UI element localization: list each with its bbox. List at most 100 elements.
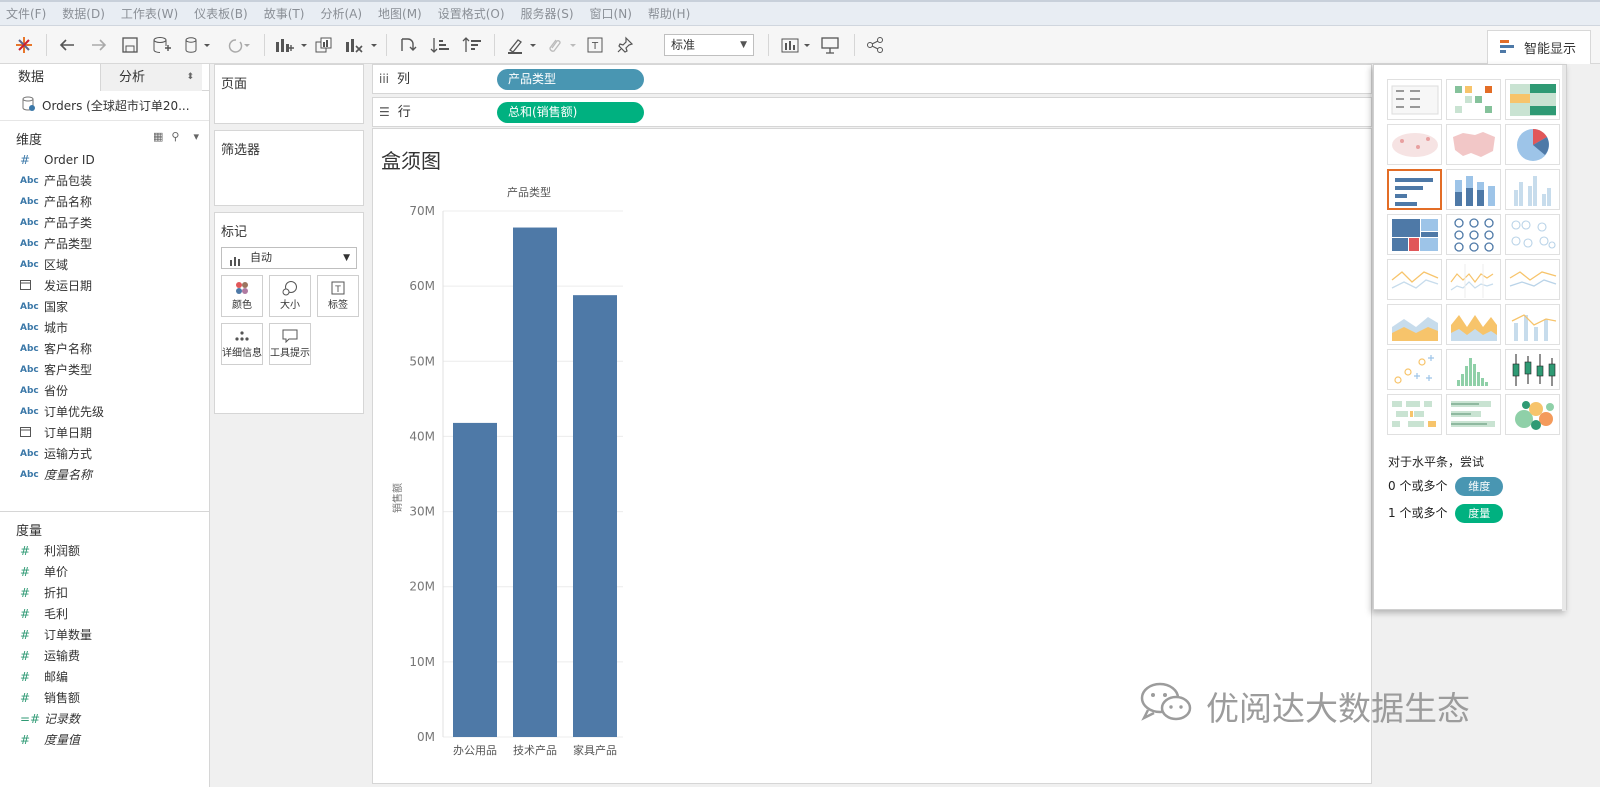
tableau-logo-icon[interactable] bbox=[14, 34, 34, 56]
size-button[interactable]: 大小 bbox=[269, 275, 311, 317]
pause-updates-icon[interactable] bbox=[184, 34, 210, 56]
back-icon[interactable] bbox=[58, 34, 76, 56]
tab-analytics[interactable]: 分析 ⬍ bbox=[101, 64, 202, 91]
color-button[interactable]: 颜色 bbox=[221, 275, 263, 317]
measure-field[interactable]: # 利润额 bbox=[0, 540, 209, 561]
dimension-field[interactable]: Abc 度量名称 bbox=[0, 464, 209, 485]
refresh-icon[interactable] bbox=[222, 34, 250, 56]
dimension-field[interactable]: 发运日期 bbox=[0, 275, 209, 296]
view-grid-icon[interactable]: ▦ bbox=[153, 130, 163, 143]
clear-sheet-icon[interactable] bbox=[344, 34, 378, 56]
columns-shelf[interactable]: iii 列 产品类型 bbox=[372, 64, 1372, 94]
text-table-icon[interactable] bbox=[1387, 79, 1442, 120]
columns-pill[interactable]: 产品类型 bbox=[497, 69, 644, 90]
sort-arrows-icon[interactable]: ⬍ bbox=[186, 64, 194, 91]
sort-ascending-icon[interactable] bbox=[430, 34, 450, 56]
label-button[interactable]: T 标签 bbox=[317, 275, 359, 317]
dimension-field[interactable]: Abc 产品名称 bbox=[0, 191, 209, 212]
dual-combination-icon[interactable] bbox=[1505, 304, 1560, 345]
heat-map-icon[interactable] bbox=[1446, 79, 1501, 120]
menu-item[interactable]: 数据(D) bbox=[62, 5, 105, 22]
dimension-field[interactable]: Abc 客户名称 bbox=[0, 338, 209, 359]
bullet-graph-icon[interactable] bbox=[1446, 394, 1501, 435]
menu-item[interactable]: 帮助(H) bbox=[648, 5, 690, 22]
tab-data[interactable]: 数据 bbox=[0, 64, 101, 91]
new-worksheet-icon[interactable] bbox=[274, 34, 308, 56]
save-icon[interactable] bbox=[121, 34, 139, 56]
filters-card[interactable]: 筛选器 bbox=[214, 130, 364, 206]
menu-item[interactable]: 服务器(S) bbox=[521, 5, 574, 22]
forward-icon[interactable] bbox=[90, 34, 108, 56]
measure-field[interactable]: # 毛利 bbox=[0, 603, 209, 624]
menu-item[interactable]: 窗口(N) bbox=[590, 5, 632, 22]
search-icon[interactable]: ⚲ bbox=[171, 130, 179, 143]
menu-item[interactable]: 工作表(W) bbox=[121, 5, 178, 22]
rows-pill[interactable]: 总和(销售额) bbox=[497, 102, 644, 123]
lines-discrete-icon[interactable] bbox=[1446, 259, 1501, 300]
side-by-side-circles-icon[interactable] bbox=[1505, 214, 1560, 255]
dimension-field[interactable]: Abc 产品类型 bbox=[0, 233, 209, 254]
dimension-field[interactable]: Abc 国家 bbox=[0, 296, 209, 317]
lines-continuous-icon[interactable] bbox=[1387, 259, 1442, 300]
gantt-icon[interactable] bbox=[1387, 394, 1442, 435]
share-icon[interactable] bbox=[866, 34, 884, 56]
measure-field[interactable]: # 销售额 bbox=[0, 687, 209, 708]
menu-item[interactable]: 分析(A) bbox=[320, 5, 362, 22]
fit-select[interactable]: 标准 ▼ bbox=[664, 34, 754, 56]
dimension-field[interactable]: Abc 产品子类 bbox=[0, 212, 209, 233]
group-members-icon[interactable] bbox=[544, 34, 580, 56]
highlight-icon[interactable] bbox=[506, 34, 542, 56]
horizontal-bars-icon[interactable] bbox=[1387, 169, 1442, 210]
rows-shelf[interactable]: ☰ 行 总和(销售额) bbox=[372, 97, 1372, 127]
pie-chart-icon[interactable] bbox=[1505, 124, 1560, 165]
symbol-map-icon[interactable] bbox=[1387, 124, 1442, 165]
measure-field[interactable]: =# 记录数 bbox=[0, 708, 209, 729]
measure-field[interactable]: # 订单数量 bbox=[0, 624, 209, 645]
dimension-field[interactable]: Abc 省份 bbox=[0, 380, 209, 401]
menu-item[interactable]: 故事(T) bbox=[264, 5, 305, 22]
box-whisker-icon[interactable] bbox=[1505, 349, 1560, 390]
new-datasource-icon[interactable] bbox=[152, 34, 172, 56]
sort-descending-icon[interactable] bbox=[462, 34, 482, 56]
highlight-table-icon[interactable] bbox=[1505, 79, 1560, 120]
menu-item[interactable]: 地图(M) bbox=[378, 5, 422, 22]
measure-field[interactable]: # 度量值 bbox=[0, 729, 209, 750]
datasource-item[interactable]: Orders (全球超市订单20... bbox=[0, 91, 209, 121]
treemap-icon[interactable] bbox=[1387, 214, 1442, 255]
measure-field[interactable]: # 折扣 bbox=[0, 582, 209, 603]
area-continuous-icon[interactable] bbox=[1387, 304, 1442, 345]
menu-item[interactable]: 设置格式(O) bbox=[438, 5, 505, 22]
stacked-bars-icon[interactable] bbox=[1446, 169, 1501, 210]
packed-bubbles-icon[interactable] bbox=[1505, 394, 1560, 435]
chevron-down-icon[interactable]: ▾ bbox=[193, 130, 199, 143]
show-cards-icon[interactable] bbox=[780, 34, 814, 56]
dimension-field[interactable]: Abc 订单优先级 bbox=[0, 401, 209, 422]
dimension-field[interactable]: # Order ID bbox=[0, 149, 209, 170]
area-discrete-icon[interactable] bbox=[1446, 304, 1501, 345]
swap-icon[interactable] bbox=[398, 34, 418, 56]
pages-card[interactable]: 页面 bbox=[214, 64, 364, 124]
mark-type-select[interactable]: 自动 ▼ bbox=[221, 247, 357, 269]
dimension-field[interactable]: Abc 产品包装 bbox=[0, 170, 209, 191]
duplicate-sheet-icon[interactable] bbox=[314, 34, 334, 56]
circle-views-icon[interactable] bbox=[1446, 214, 1501, 255]
show-labels-icon[interactable]: T bbox=[586, 34, 604, 56]
show-me-button[interactable]: 智能显示 bbox=[1487, 30, 1591, 64]
presentation-mode-icon[interactable] bbox=[820, 34, 840, 56]
dual-lines-icon[interactable] bbox=[1505, 259, 1560, 300]
tooltip-button[interactable]: 工具提示 bbox=[269, 323, 311, 365]
dimension-field[interactable]: Abc 运输方式 bbox=[0, 443, 209, 464]
filled-map-icon[interactable] bbox=[1446, 124, 1501, 165]
dimension-field[interactable]: Abc 区域 bbox=[0, 254, 209, 275]
scatter-plot-icon[interactable] bbox=[1387, 349, 1442, 390]
side-by-side-bars-icon[interactable] bbox=[1505, 169, 1560, 210]
measure-field[interactable]: # 单价 bbox=[0, 561, 209, 582]
show-me-scrollbar[interactable] bbox=[1562, 65, 1566, 611]
dimension-field[interactable]: Abc 客户类型 bbox=[0, 359, 209, 380]
measure-field[interactable]: # 运输费 bbox=[0, 645, 209, 666]
histogram-icon[interactable] bbox=[1446, 349, 1501, 390]
pin-axes-icon[interactable] bbox=[616, 34, 634, 56]
detail-button[interactable]: 详细信息 bbox=[221, 323, 263, 365]
menu-item[interactable]: 文件(F) bbox=[6, 5, 46, 22]
measure-field[interactable]: # 邮编 bbox=[0, 666, 209, 687]
